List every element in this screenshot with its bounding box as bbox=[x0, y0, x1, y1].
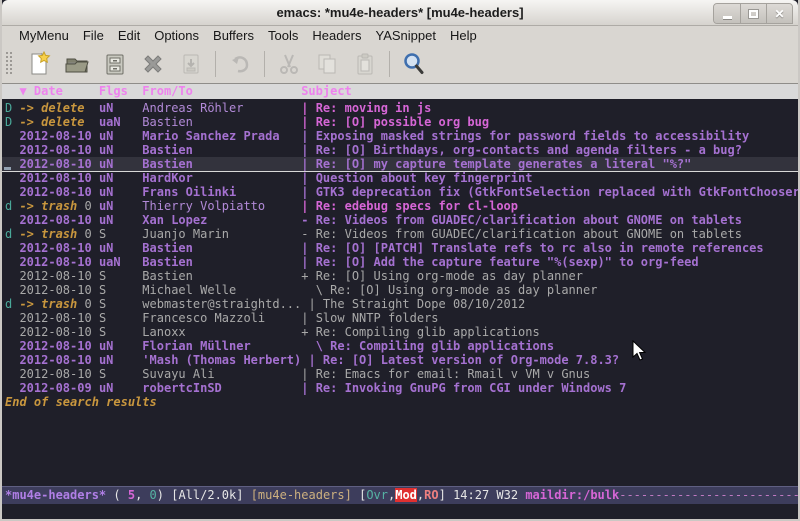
undo-icon bbox=[227, 51, 253, 77]
minimize-button[interactable] bbox=[714, 4, 740, 23]
menu-item-edit[interactable]: Edit bbox=[111, 28, 147, 43]
window-controls: ✕ bbox=[713, 3, 793, 24]
menu-item-mymenu[interactable]: MyMenu bbox=[12, 28, 76, 43]
open-folder-icon bbox=[64, 51, 90, 77]
echo-area[interactable] bbox=[2, 504, 798, 519]
modeline-segment-plain: 14:27 W32 bbox=[453, 488, 525, 502]
modeline-segment-plain: ] bbox=[439, 488, 453, 502]
headers-column-header[interactable]: ▼ Date Flgs From/To Subject bbox=[2, 84, 798, 99]
message-row[interactable]: d -> trash 0 uN Thierry Volpiatto | Re: … bbox=[2, 199, 798, 213]
save-as-icon bbox=[178, 51, 204, 77]
message-row[interactable]: 2012-08-10 S Suvayu Ali | Re: Emacs for … bbox=[2, 367, 798, 381]
modeline-segment-buffer: *mu4e-headers* bbox=[5, 488, 106, 502]
save-as-button[interactable] bbox=[172, 48, 210, 80]
paste-button[interactable] bbox=[346, 48, 384, 80]
menu-item-options[interactable]: Options bbox=[147, 28, 206, 43]
message-row[interactable]: 2012-08-10 S Michael Welle \ Re: [O] Usi… bbox=[2, 283, 798, 297]
modeline-segment-pink: 5 bbox=[128, 488, 135, 502]
modeline-segment-plain: ) bbox=[157, 488, 171, 502]
message-row[interactable]: 2012-08-10 S Bastien + Re: [O] Using org… bbox=[2, 269, 798, 283]
message-row[interactable]: 2012-08-10 uN Frans Oilinki | GTK3 depre… bbox=[2, 185, 798, 199]
close-x-icon bbox=[140, 51, 166, 77]
save-button[interactable] bbox=[96, 48, 134, 80]
mode-line[interactable]: *mu4e-headers* ( 5, 0) [All/2.0k] [mu4e-… bbox=[2, 486, 798, 504]
cut-scissors-icon bbox=[276, 51, 302, 77]
save-icon bbox=[102, 51, 128, 77]
message-row[interactable]: d -> trash 0 S webmaster@straightd... | … bbox=[2, 297, 798, 311]
undo-button[interactable] bbox=[221, 48, 259, 80]
message-row[interactable]: 2012-08-10 uN Mario Sanchez Prada | Expo… bbox=[2, 129, 798, 143]
close-icon: ✕ bbox=[774, 7, 784, 21]
close-button[interactable]: ✕ bbox=[766, 4, 792, 23]
modeline-segment-teal: 0 bbox=[150, 488, 157, 502]
new-file-icon bbox=[26, 51, 52, 77]
copy-icon bbox=[314, 51, 340, 77]
message-row[interactable]: 2012-08-10 uN 'Mash (Thomas Herbert) | R… bbox=[2, 353, 798, 367]
end-of-results-marker: End of search results bbox=[2, 395, 798, 409]
copy-button[interactable] bbox=[308, 48, 346, 80]
cut-button[interactable] bbox=[270, 48, 308, 80]
modeline-segment-maildir: maildir:/bulk bbox=[525, 488, 619, 502]
toolbar-separator bbox=[215, 51, 216, 77]
modeline-segment-ro: RO bbox=[424, 488, 438, 502]
message-row[interactable]: 2012-08-10 uN Xan Lopez - Re: Videos fro… bbox=[2, 213, 798, 227]
toolbar-separator bbox=[389, 51, 390, 77]
message-row[interactable]: 2012-08-10 S Francesco Mazzoli | Slow NN… bbox=[2, 311, 798, 325]
message-row[interactable]: 2012-08-10 uaN Bastien | Re: [O] Add the… bbox=[2, 255, 798, 269]
message-row[interactable]: d -> trash 0 S Juanjo Marin - Re: Videos… bbox=[2, 227, 798, 241]
menu-item-file[interactable]: File bbox=[76, 28, 111, 43]
modeline-segment-tan: [mu4e-headers] bbox=[251, 488, 359, 502]
message-row[interactable]: 2012-08-10 uN Bastien | Re: [O] [PATCH] … bbox=[2, 241, 798, 255]
titlebar[interactable]: emacs: *mu4e-headers* [mu4e-headers] ✕ bbox=[2, 0, 798, 26]
message-row[interactable]: 2012-08-10 uN Florian Müllner \ Re: Comp… bbox=[2, 339, 798, 353]
message-row[interactable]: 2012-08-10 S Lanoxx + Re: Compiling glib… bbox=[2, 325, 798, 339]
modeline-segment-plain: , bbox=[135, 488, 149, 502]
modeline-segment-teal: Ovr bbox=[366, 488, 388, 502]
modeline-segment-mod: Mod bbox=[395, 488, 417, 502]
emacs-window: emacs: *mu4e-headers* [mu4e-headers] ✕ M… bbox=[0, 0, 800, 521]
new-file-button[interactable] bbox=[20, 48, 58, 80]
menu-item-yasnippet[interactable]: YASnippet bbox=[368, 28, 442, 43]
message-row[interactable]: 2012-08-09 uN robertcInSD | Re: Invoking… bbox=[2, 381, 798, 395]
message-row[interactable]: D -> delete uaN Bastien | Re: [O] possib… bbox=[2, 115, 798, 129]
modeline-segment-dashes: -------------------------- bbox=[619, 488, 798, 502]
toolbar-separator bbox=[264, 51, 265, 77]
message-row[interactable]: 2012-08-10 uN Bastien | Re: [O] Birthday… bbox=[2, 143, 798, 157]
menu-item-headers[interactable]: Headers bbox=[305, 28, 368, 43]
search-button[interactable] bbox=[395, 48, 433, 80]
open-file-button[interactable] bbox=[58, 48, 96, 80]
mu4e-headers-buffer[interactable]: D -> delete uN Andreas Röhler | Re: movi… bbox=[2, 99, 798, 486]
maximize-icon bbox=[749, 10, 758, 18]
message-row[interactable]: 2012-08-10 uN HardKor | Question about k… bbox=[2, 171, 798, 185]
minimize-icon bbox=[723, 16, 732, 19]
menu-item-buffers[interactable]: Buffers bbox=[206, 28, 261, 43]
message-row-current[interactable]: 2012-08-10 uN Bastien | Re: [O] my captu… bbox=[2, 157, 798, 171]
toolbar bbox=[2, 45, 798, 84]
close-buffer-button[interactable] bbox=[134, 48, 172, 80]
toolbar-grip[interactable] bbox=[6, 50, 14, 78]
window-title: emacs: *mu4e-headers* [mu4e-headers] bbox=[276, 5, 523, 20]
paste-clipboard-icon bbox=[352, 51, 378, 77]
text-cursor bbox=[4, 167, 11, 170]
search-icon bbox=[401, 51, 427, 77]
modeline-segment-plain: [All/2.0k] bbox=[171, 488, 250, 502]
menu-bar: MyMenuFileEditOptionsBuffersToolsHeaders… bbox=[2, 26, 798, 45]
menu-item-help[interactable]: Help bbox=[443, 28, 484, 43]
modeline-segment-plain: ( bbox=[106, 488, 128, 502]
menu-item-tools[interactable]: Tools bbox=[261, 28, 305, 43]
maximize-button[interactable] bbox=[740, 4, 766, 23]
message-row[interactable]: D -> delete uN Andreas Röhler | Re: movi… bbox=[2, 101, 798, 115]
